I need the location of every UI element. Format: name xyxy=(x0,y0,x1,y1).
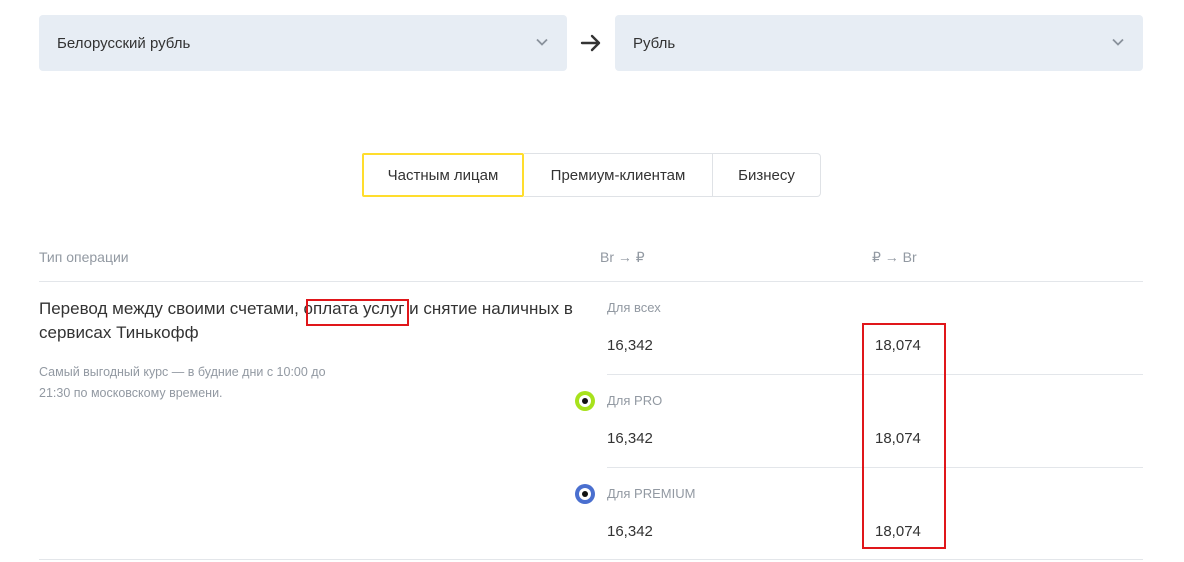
to-currency-label: Рубль xyxy=(633,34,676,52)
tab-premium-clients[interactable]: Премиум-клиентам xyxy=(524,153,713,197)
rate-buy-pro: 16,342 xyxy=(607,430,653,447)
column-header-buy: Br → ₽ xyxy=(600,249,645,265)
tab-business[interactable]: Бизнесу xyxy=(713,153,821,197)
column-header-sell: ₽ → Br xyxy=(872,249,917,265)
pro-badge-icon xyxy=(575,391,595,411)
operation-title-part1: Перевод между своими счетами, xyxy=(39,299,304,318)
from-currency-select[interactable]: Белорусский рубль xyxy=(39,15,567,71)
arrow-right-icon[interactable] xyxy=(580,33,602,53)
operation-note: Самый выгодный курс — в будние дни с 10:… xyxy=(39,365,326,400)
to-currency-select[interactable]: Рубль xyxy=(615,15,1143,71)
from-currency-label: Белорусский рубль xyxy=(57,34,191,52)
annotation-highlight-box xyxy=(306,299,409,326)
premium-badge-icon xyxy=(575,484,595,504)
group-label-pro: Для PRO xyxy=(607,393,663,408)
tab-private-clients[interactable]: Частным лицам xyxy=(362,153,524,197)
divider xyxy=(39,559,1143,560)
group-label-premium: Для PREMIUM xyxy=(607,486,696,501)
divider xyxy=(39,281,1143,282)
rate-buy-premium: 16,342 xyxy=(607,523,653,540)
chevron-down-icon xyxy=(536,38,548,46)
column-header-operation: Тип операции xyxy=(39,249,129,265)
chevron-down-icon xyxy=(1112,38,1124,46)
rate-buy-all: 16,342 xyxy=(607,337,653,354)
annotation-sell-rates-box xyxy=(862,323,946,549)
group-label-all: Для всех xyxy=(607,300,661,315)
client-type-tabs: Частным лицам Премиум-клиентам Бизнесу xyxy=(362,153,821,197)
